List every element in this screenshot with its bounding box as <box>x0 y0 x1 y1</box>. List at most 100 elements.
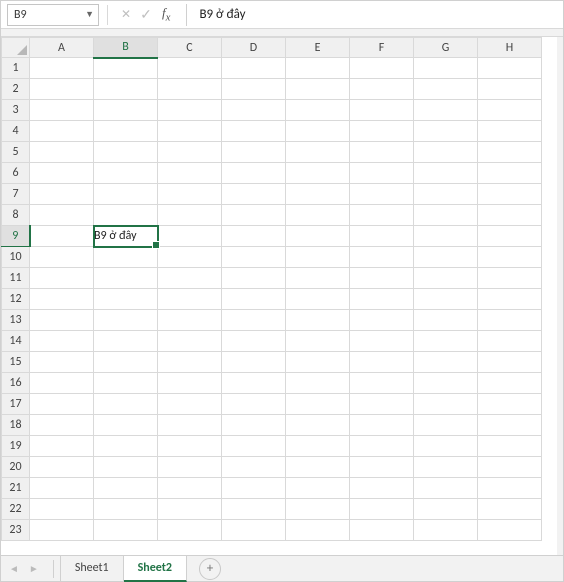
cell[interactable] <box>94 436 158 457</box>
cell[interactable] <box>286 520 350 541</box>
cell[interactable] <box>414 121 478 142</box>
cell[interactable] <box>414 184 478 205</box>
cell[interactable] <box>94 478 158 499</box>
cell[interactable] <box>414 394 478 415</box>
cell[interactable] <box>30 436 94 457</box>
cell[interactable] <box>222 436 286 457</box>
cell[interactable] <box>414 58 478 79</box>
cell[interactable] <box>478 478 542 499</box>
cell[interactable] <box>30 352 94 373</box>
cell[interactable] <box>350 226 414 247</box>
row-header[interactable]: 21 <box>2 478 30 499</box>
sheet-tab[interactable]: Sheet1 <box>60 556 124 581</box>
cell[interactable] <box>478 415 542 436</box>
cell[interactable] <box>94 289 158 310</box>
row-header[interactable]: 23 <box>2 520 30 541</box>
column-header[interactable]: F <box>350 38 414 58</box>
cell[interactable] <box>286 247 350 268</box>
cell[interactable] <box>158 79 222 100</box>
cell[interactable] <box>350 520 414 541</box>
cell[interactable] <box>30 205 94 226</box>
cancel-icon[interactable]: ✕ <box>116 5 136 25</box>
cell[interactable] <box>350 289 414 310</box>
cell[interactable] <box>158 226 222 247</box>
cell[interactable] <box>414 310 478 331</box>
cell[interactable] <box>158 289 222 310</box>
cell[interactable] <box>30 184 94 205</box>
cell[interactable] <box>94 310 158 331</box>
cell[interactable] <box>414 268 478 289</box>
cell[interactable] <box>350 436 414 457</box>
cell[interactable] <box>286 184 350 205</box>
cell[interactable] <box>414 226 478 247</box>
cell[interactable] <box>30 163 94 184</box>
cell[interactable] <box>94 100 158 121</box>
cell[interactable] <box>478 247 542 268</box>
cell[interactable] <box>94 394 158 415</box>
row-header[interactable]: 8 <box>2 205 30 226</box>
cell[interactable] <box>30 121 94 142</box>
row-header[interactable]: 3 <box>2 100 30 121</box>
cell[interactable] <box>478 163 542 184</box>
cell[interactable] <box>350 268 414 289</box>
tab-nav-arrows[interactable]: ◄ ► <box>1 562 47 575</box>
cell[interactable] <box>350 58 414 79</box>
cell[interactable] <box>414 436 478 457</box>
row-header[interactable]: 9 <box>2 226 30 247</box>
name-box[interactable]: B9 ▼ <box>7 4 99 26</box>
cell[interactable] <box>158 100 222 121</box>
row-header[interactable]: 13 <box>2 310 30 331</box>
cell[interactable] <box>94 373 158 394</box>
cell[interactable] <box>158 331 222 352</box>
enter-icon[interactable]: ✓ <box>136 5 156 25</box>
row-header[interactable]: 7 <box>2 184 30 205</box>
cell[interactable] <box>286 289 350 310</box>
cell[interactable] <box>286 394 350 415</box>
cell[interactable] <box>414 100 478 121</box>
cell[interactable] <box>478 331 542 352</box>
cell[interactable] <box>158 499 222 520</box>
select-all-corner[interactable] <box>2 38 30 58</box>
cell[interactable] <box>478 184 542 205</box>
cell[interactable] <box>94 520 158 541</box>
cell[interactable] <box>30 478 94 499</box>
cell[interactable] <box>478 436 542 457</box>
cell[interactable] <box>478 289 542 310</box>
row-header[interactable]: 10 <box>2 247 30 268</box>
cell[interactable] <box>30 142 94 163</box>
cell[interactable] <box>286 499 350 520</box>
cell[interactable] <box>286 58 350 79</box>
cell[interactable] <box>414 373 478 394</box>
column-header[interactable]: G <box>414 38 478 58</box>
cell[interactable] <box>94 121 158 142</box>
row-header[interactable]: 4 <box>2 121 30 142</box>
cell[interactable] <box>350 457 414 478</box>
row-header[interactable]: 2 <box>2 79 30 100</box>
formula-input[interactable]: B9 ở đây <box>193 7 559 22</box>
cell[interactable] <box>286 331 350 352</box>
cell[interactable] <box>222 457 286 478</box>
cell[interactable] <box>350 163 414 184</box>
cell[interactable] <box>158 394 222 415</box>
row-header[interactable]: 6 <box>2 163 30 184</box>
cell[interactable] <box>94 163 158 184</box>
cell[interactable] <box>158 121 222 142</box>
cell[interactable] <box>414 79 478 100</box>
cell[interactable] <box>414 142 478 163</box>
cell[interactable] <box>30 499 94 520</box>
row-header[interactable]: 19 <box>2 436 30 457</box>
cell[interactable] <box>30 247 94 268</box>
cell[interactable] <box>414 415 478 436</box>
cell[interactable] <box>222 373 286 394</box>
cell[interactable] <box>94 415 158 436</box>
cell[interactable] <box>222 79 286 100</box>
cell[interactable] <box>350 478 414 499</box>
cell[interactable] <box>414 205 478 226</box>
cell[interactable] <box>158 415 222 436</box>
cell[interactable] <box>414 478 478 499</box>
row-header[interactable]: 5 <box>2 142 30 163</box>
cell[interactable] <box>222 247 286 268</box>
cell[interactable] <box>222 163 286 184</box>
cell[interactable] <box>30 268 94 289</box>
cell[interactable] <box>478 310 542 331</box>
